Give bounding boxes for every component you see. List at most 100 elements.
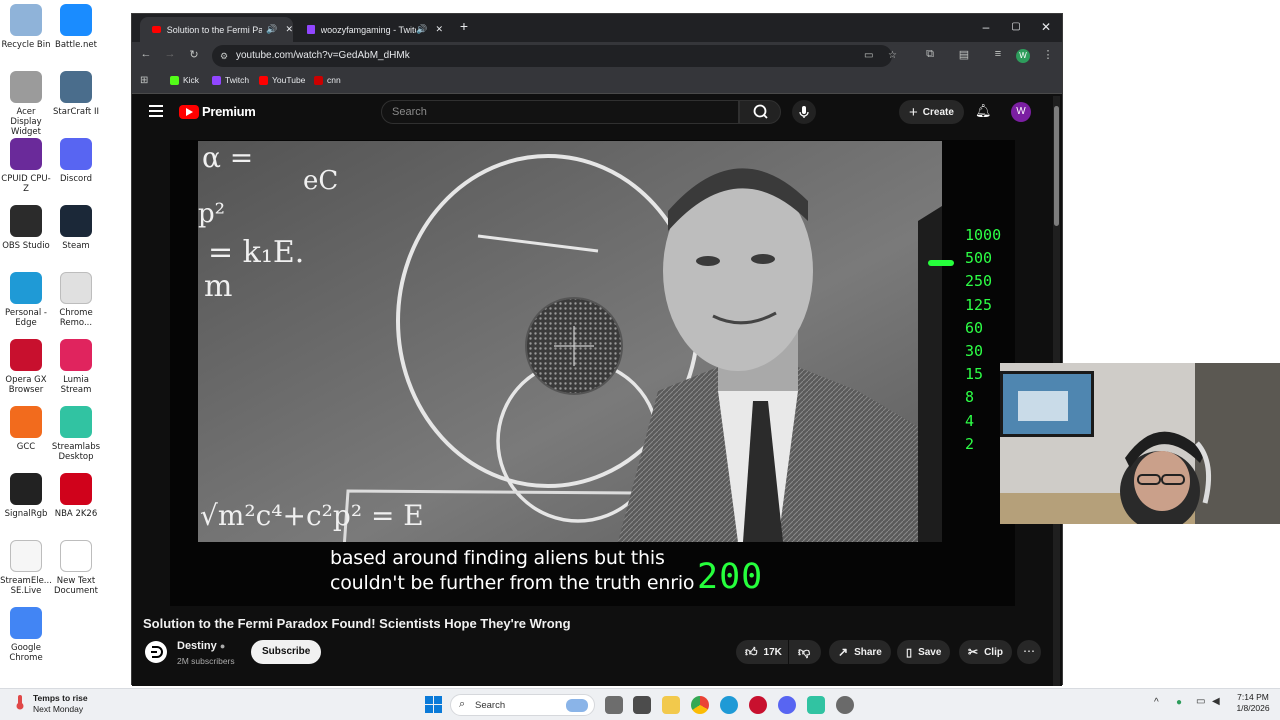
cast-icon[interactable]: ▭: [864, 45, 873, 67]
channel-name[interactable]: Destiny ●: [177, 640, 225, 652]
desktop-icon[interactable]: NBA 2K26: [50, 473, 102, 519]
channel-avatar[interactable]: [145, 641, 167, 663]
discord-taskbar-icon[interactable]: [778, 696, 796, 714]
desktop-icon[interactable]: StarCraft II: [50, 71, 102, 117]
verified-check-icon: ●: [219, 641, 226, 651]
desktop-icon[interactable]: Battle.net: [50, 4, 102, 50]
desktop-icon[interactable]: OBS Studio: [0, 205, 52, 251]
desktop-icon-label: Acer Display Widget: [10, 107, 42, 137]
like-button[interactable]: 👍︎ 17K: [736, 640, 788, 664]
sidepanel-icon[interactable]: ▤: [956, 48, 972, 61]
desktop-icon[interactable]: New Text Document: [50, 540, 102, 596]
close-window-icon[interactable]: ✕: [1036, 20, 1056, 34]
bookmark-kick[interactable]: Kick: [170, 75, 199, 85]
scrollbar-thumb[interactable]: [1054, 106, 1059, 226]
desktop-icon[interactable]: Personal - Edge: [0, 272, 52, 328]
desktop-icon[interactable]: GCC: [0, 406, 52, 452]
browser-menu-icon[interactable]: ⋮: [1040, 48, 1056, 61]
weather-title[interactable]: Temps to rise: [33, 693, 88, 703]
maximize-icon[interactable]: ▢: [1006, 21, 1026, 32]
close-tab-icon[interactable]: ✕: [435, 24, 443, 35]
desktop-icon-label: SignalRgb: [4, 509, 48, 519]
microphone-tray-icon[interactable]: ●: [1176, 697, 1182, 708]
blackboard-text-kE: = k₁E.: [208, 235, 305, 270]
account-avatar[interactable]: W: [1011, 102, 1031, 122]
share-label: Share: [854, 646, 882, 658]
tab-youtube[interactable]: Solution to the Fermi Parad 🔊 ✕: [140, 17, 293, 42]
site-info-icon[interactable]: ⚙: [220, 45, 228, 67]
share-arrow-icon: ↗: [838, 645, 849, 659]
youtube-icon: [259, 75, 268, 85]
overlay-iso-value: 200: [697, 557, 764, 597]
search-input[interactable]: Search: [381, 100, 739, 124]
search-button[interactable]: [739, 100, 781, 124]
desktop-icon[interactable]: Opera GX Browser: [0, 339, 52, 395]
app-taskbar-icon[interactable]: [836, 696, 854, 714]
media-control-icon[interactable]: ≡: [990, 48, 1006, 60]
desktop-icon[interactable]: Chrome Remo...: [50, 272, 102, 328]
show-hidden-icons-icon[interactable]: ^: [1154, 697, 1159, 708]
bookmark-label: YouTube: [272, 75, 306, 85]
windows-start-icon[interactable]: [425, 696, 442, 713]
bookmark-star-icon[interactable]: ☆: [888, 45, 897, 67]
desktop-icon[interactable]: Steam: [50, 205, 102, 251]
network-icon[interactable]: ▭: [1196, 696, 1205, 707]
save-button[interactable]: ▯ Save: [897, 640, 951, 664]
desktop-icon[interactable]: Acer Display Widget: [0, 71, 52, 137]
dislike-button[interactable]: 👎︎: [789, 640, 821, 664]
channel-name-text: Destiny: [177, 640, 217, 652]
share-button[interactable]: ↗ Share: [829, 640, 891, 664]
file-explorer-icon[interactable]: [662, 696, 680, 714]
desktop-icon[interactable]: StreamEle... SE.Live: [0, 540, 52, 596]
desktop-icon-label: Lumia Stream: [60, 375, 92, 395]
bookmark-cnn[interactable]: cnn: [314, 75, 341, 85]
bookmark-youtube[interactable]: YouTube: [259, 75, 305, 85]
close-tab-icon[interactable]: ✕: [285, 24, 293, 35]
reload-icon[interactable]: ↻: [186, 48, 202, 61]
desktop-icon[interactable]: Recycle Bin: [0, 4, 52, 50]
subscribe-button[interactable]: Subscribe: [251, 640, 322, 664]
browser-toolbar: ← → ↻ ⚙ youtube.com/watch?v=GedAbM_dHMk …: [132, 42, 1062, 70]
voice-search-button[interactable]: [792, 100, 816, 124]
weather-icon[interactable]: [12, 693, 28, 710]
notifications-bell-icon[interactable]: 🔔︎: [975, 103, 992, 119]
widgets-icon[interactable]: [633, 696, 651, 714]
desktop-icon[interactable]: SignalRgb: [0, 473, 52, 519]
youtube-favicon-icon: [152, 26, 161, 33]
minimize-icon[interactable]: –: [976, 20, 996, 34]
blackboard-text-p2: p²: [198, 199, 226, 229]
desktop-icon[interactable]: Streamlabs Desktop: [50, 406, 102, 462]
task-view-icon[interactable]: [605, 696, 623, 714]
create-button[interactable]: + Create: [899, 100, 964, 124]
clip-button[interactable]: ✂ Clip: [959, 640, 1012, 664]
streamlabs-taskbar-icon[interactable]: [807, 696, 825, 714]
video-player[interactable]: α = eC p² = k₁E. m √m²c⁴+c²p² = E 1000 5…: [170, 140, 1015, 606]
bookmark-twitch[interactable]: Twitch: [212, 75, 249, 85]
desktop-icon[interactable]: Lumia Stream: [50, 339, 102, 395]
clock[interactable]: 7:14 PM 1/8/2026: [1232, 692, 1274, 714]
cnn-icon: [314, 75, 323, 85]
apps-grid-icon[interactable]: ⊞: [140, 75, 148, 86]
chrome-taskbar-icon[interactable]: [691, 696, 709, 714]
profile-avatar[interactable]: W: [1016, 49, 1030, 63]
tab-twitch[interactable]: woozyfamgaming - Twitch 🔊 ✕: [295, 17, 443, 42]
starcraft-icon: [60, 71, 92, 103]
edge-taskbar-icon[interactable]: [720, 696, 738, 714]
thumbs-down-icon: 👎︎: [798, 644, 811, 659]
back-icon[interactable]: ←: [138, 48, 154, 60]
desktop-icon[interactable]: Google Chrome: [0, 607, 52, 663]
hamburger-menu-icon[interactable]: [149, 105, 163, 117]
youtube-logo[interactable]: Premium: [179, 104, 256, 119]
desktop-icon[interactable]: Discord: [50, 138, 102, 184]
desktop-icon[interactable]: CPUID CPU-Z: [0, 138, 52, 194]
extensions-icon[interactable]: ⧉: [922, 48, 938, 61]
taskbar-search[interactable]: ⌕ Search: [450, 694, 595, 716]
opera-gx-taskbar-icon[interactable]: [749, 696, 767, 714]
address-bar[interactable]: ⚙ youtube.com/watch?v=GedAbM_dHMk ▭ ☆: [212, 45, 897, 67]
volume-icon[interactable]: ◀: [1212, 696, 1220, 707]
more-actions-icon[interactable]: ⋯: [1017, 640, 1041, 664]
fermi-blackboard-image: [198, 141, 942, 542]
new-tab-button[interactable]: +: [454, 18, 474, 34]
forward-icon[interactable]: →: [162, 48, 178, 60]
video-frame: α = eC p² = k₁E. m √m²c⁴+c²p² = E: [198, 141, 942, 542]
